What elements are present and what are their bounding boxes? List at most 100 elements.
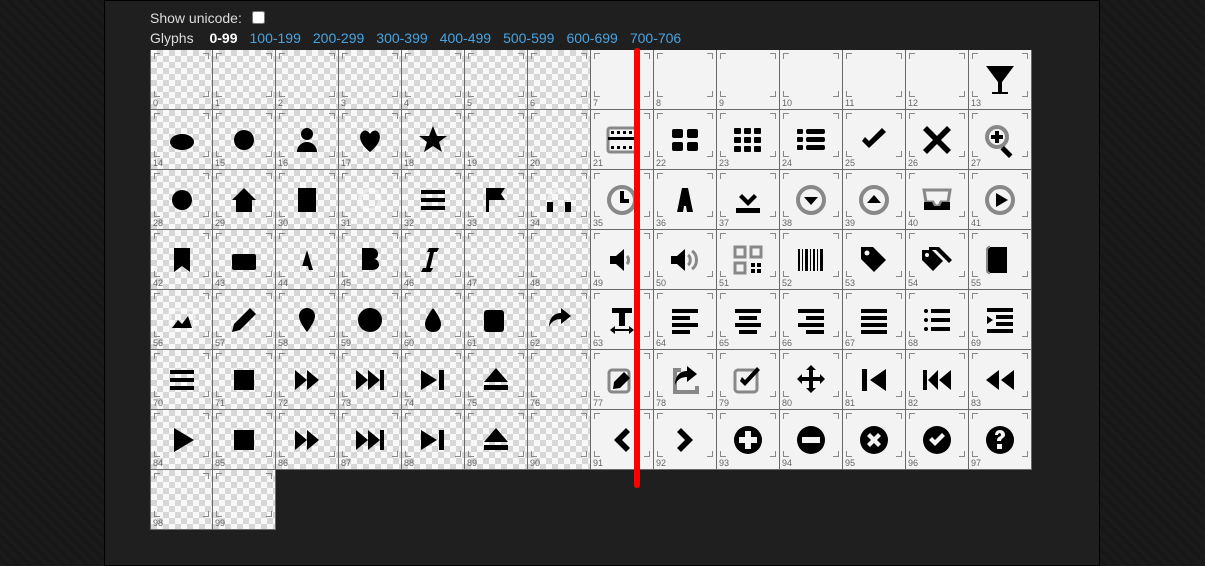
glyph-cell-61[interactable]: 61 bbox=[465, 290, 528, 350]
glyph-cell-40[interactable]: 40 bbox=[906, 170, 969, 230]
glyph-cell-47[interactable]: 47 bbox=[465, 230, 528, 290]
glyph-cell-25[interactable]: 25 bbox=[843, 110, 906, 170]
glyph-cell-63[interactable]: 63 bbox=[591, 290, 654, 350]
glyph-cell-54[interactable]: 54 bbox=[906, 230, 969, 290]
glyph-cell-15[interactable]: 15 bbox=[213, 110, 276, 170]
glyph-cell-49[interactable]: 49 bbox=[591, 230, 654, 290]
glyph-cell-75[interactable]: 75 bbox=[465, 350, 528, 410]
glyph-cell-14[interactable]: 14 bbox=[150, 110, 213, 170]
glyph-cell-79[interactable]: 79 bbox=[717, 350, 780, 410]
glyph-cell-82[interactable]: 82 bbox=[906, 350, 969, 410]
glyph-cell-98[interactable]: 98 bbox=[150, 470, 213, 530]
glyph-cell-37[interactable]: 37 bbox=[717, 170, 780, 230]
glyph-cell-80[interactable]: 80 bbox=[780, 350, 843, 410]
glyph-cell-39[interactable]: 39 bbox=[843, 170, 906, 230]
glyph-cell-19[interactable]: 19 bbox=[465, 110, 528, 170]
glyph-cell-77[interactable]: 77 bbox=[591, 350, 654, 410]
glyph-cell-11[interactable]: 11 bbox=[843, 50, 906, 110]
glyph-cell-8[interactable]: 8 bbox=[654, 50, 717, 110]
glyph-cell-24[interactable]: 24 bbox=[780, 110, 843, 170]
glyph-cell-55[interactable]: 55 bbox=[969, 230, 1032, 290]
glyph-cell-72[interactable]: 72 bbox=[276, 350, 339, 410]
glyph-cell-7[interactable]: 7 bbox=[591, 50, 654, 110]
glyph-cell-53[interactable]: 53 bbox=[843, 230, 906, 290]
glyph-cell-81[interactable]: 81 bbox=[843, 350, 906, 410]
pager-range-700-706[interactable]: 700-706 bbox=[630, 30, 681, 46]
glyph-cell-52[interactable]: 52 bbox=[780, 230, 843, 290]
show-unicode-toggle[interactable]: Show unicode: bbox=[150, 8, 268, 27]
pager-range-100-199[interactable]: 100-199 bbox=[250, 30, 301, 46]
glyph-cell-87[interactable]: 87 bbox=[339, 410, 402, 470]
glyph-cell-66[interactable]: 66 bbox=[780, 290, 843, 350]
glyph-cell-51[interactable]: 51 bbox=[717, 230, 780, 290]
glyph-cell-88[interactable]: 88 bbox=[402, 410, 465, 470]
glyph-cell-21[interactable]: 21 bbox=[591, 110, 654, 170]
glyph-cell-45[interactable]: 45 bbox=[339, 230, 402, 290]
pager-range-500-599[interactable]: 500-599 bbox=[503, 30, 554, 46]
glyph-cell-22[interactable]: 22 bbox=[654, 110, 717, 170]
glyph-cell-65[interactable]: 65 bbox=[717, 290, 780, 350]
glyph-cell-84[interactable]: 84 bbox=[150, 410, 213, 470]
glyph-cell-68[interactable]: 68 bbox=[906, 290, 969, 350]
pager-range-300-399[interactable]: 300-399 bbox=[376, 30, 427, 46]
glyph-cell-30[interactable]: 30 bbox=[276, 170, 339, 230]
glyph-cell-41[interactable]: 41 bbox=[969, 170, 1032, 230]
glyph-cell-46[interactable]: 46 bbox=[402, 230, 465, 290]
glyph-cell-42[interactable]: 42 bbox=[150, 230, 213, 290]
glyph-cell-6[interactable]: 6 bbox=[528, 50, 591, 110]
glyph-cell-18[interactable]: 18 bbox=[402, 110, 465, 170]
glyph-cell-31[interactable]: 31 bbox=[339, 170, 402, 230]
glyph-cell-85[interactable]: 85 bbox=[213, 410, 276, 470]
glyph-cell-10[interactable]: 10 bbox=[780, 50, 843, 110]
glyph-cell-12[interactable]: 12 bbox=[906, 50, 969, 110]
glyph-cell-16[interactable]: 16 bbox=[276, 110, 339, 170]
glyph-cell-26[interactable]: 26 bbox=[906, 110, 969, 170]
glyph-cell-34[interactable]: 34 bbox=[528, 170, 591, 230]
glyph-cell-5[interactable]: 5 bbox=[465, 50, 528, 110]
glyph-cell-29[interactable]: 29 bbox=[213, 170, 276, 230]
glyph-cell-62[interactable]: 62 bbox=[528, 290, 591, 350]
glyph-cell-95[interactable]: 95 bbox=[843, 410, 906, 470]
glyph-cell-58[interactable]: 58 bbox=[276, 290, 339, 350]
glyph-cell-20[interactable]: 20 bbox=[528, 110, 591, 170]
glyph-cell-2[interactable]: 2 bbox=[276, 50, 339, 110]
glyph-cell-57[interactable]: 57 bbox=[213, 290, 276, 350]
glyph-cell-71[interactable]: 71 bbox=[213, 350, 276, 410]
pager-range-200-299[interactable]: 200-299 bbox=[313, 30, 364, 46]
glyph-cell-13[interactable]: 13 bbox=[969, 50, 1032, 110]
glyph-cell-3[interactable]: 3 bbox=[339, 50, 402, 110]
glyph-cell-59[interactable]: 59 bbox=[339, 290, 402, 350]
glyph-cell-48[interactable]: 48 bbox=[528, 230, 591, 290]
glyph-cell-89[interactable]: 89 bbox=[465, 410, 528, 470]
glyph-cell-36[interactable]: 36 bbox=[654, 170, 717, 230]
glyph-cell-60[interactable]: 60 bbox=[402, 290, 465, 350]
glyph-cell-76[interactable]: 76 bbox=[528, 350, 591, 410]
pager-range-0-99[interactable]: 0-99 bbox=[209, 30, 237, 46]
glyph-cell-96[interactable]: 96 bbox=[906, 410, 969, 470]
glyph-cell-35[interactable]: 35 bbox=[591, 170, 654, 230]
glyph-cell-69[interactable]: 69 bbox=[969, 290, 1032, 350]
glyph-cell-50[interactable]: 50 bbox=[654, 230, 717, 290]
glyph-cell-78[interactable]: 78 bbox=[654, 350, 717, 410]
glyph-cell-44[interactable]: 44 bbox=[276, 230, 339, 290]
glyph-cell-90[interactable]: 90 bbox=[528, 410, 591, 470]
pager-range-600-699[interactable]: 600-699 bbox=[566, 30, 617, 46]
glyph-cell-67[interactable]: 67 bbox=[843, 290, 906, 350]
glyph-cell-17[interactable]: 17 bbox=[339, 110, 402, 170]
glyph-cell-92[interactable]: 92 bbox=[654, 410, 717, 470]
glyph-cell-93[interactable]: 93 bbox=[717, 410, 780, 470]
glyph-cell-56[interactable]: 56 bbox=[150, 290, 213, 350]
glyph-cell-1[interactable]: 1 bbox=[213, 50, 276, 110]
glyph-cell-83[interactable]: 83 bbox=[969, 350, 1032, 410]
glyph-cell-32[interactable]: 32 bbox=[402, 170, 465, 230]
glyph-cell-9[interactable]: 9 bbox=[717, 50, 780, 110]
glyph-cell-23[interactable]: 23 bbox=[717, 110, 780, 170]
pager-range-400-499[interactable]: 400-499 bbox=[440, 30, 491, 46]
glyph-cell-94[interactable]: 94 bbox=[780, 410, 843, 470]
glyph-cell-70[interactable]: 70 bbox=[150, 350, 213, 410]
glyph-cell-73[interactable]: 73 bbox=[339, 350, 402, 410]
glyph-cell-64[interactable]: 64 bbox=[654, 290, 717, 350]
glyph-cell-86[interactable]: 86 bbox=[276, 410, 339, 470]
glyph-cell-0[interactable]: 0 bbox=[150, 50, 213, 110]
glyph-cell-4[interactable]: 4 bbox=[402, 50, 465, 110]
